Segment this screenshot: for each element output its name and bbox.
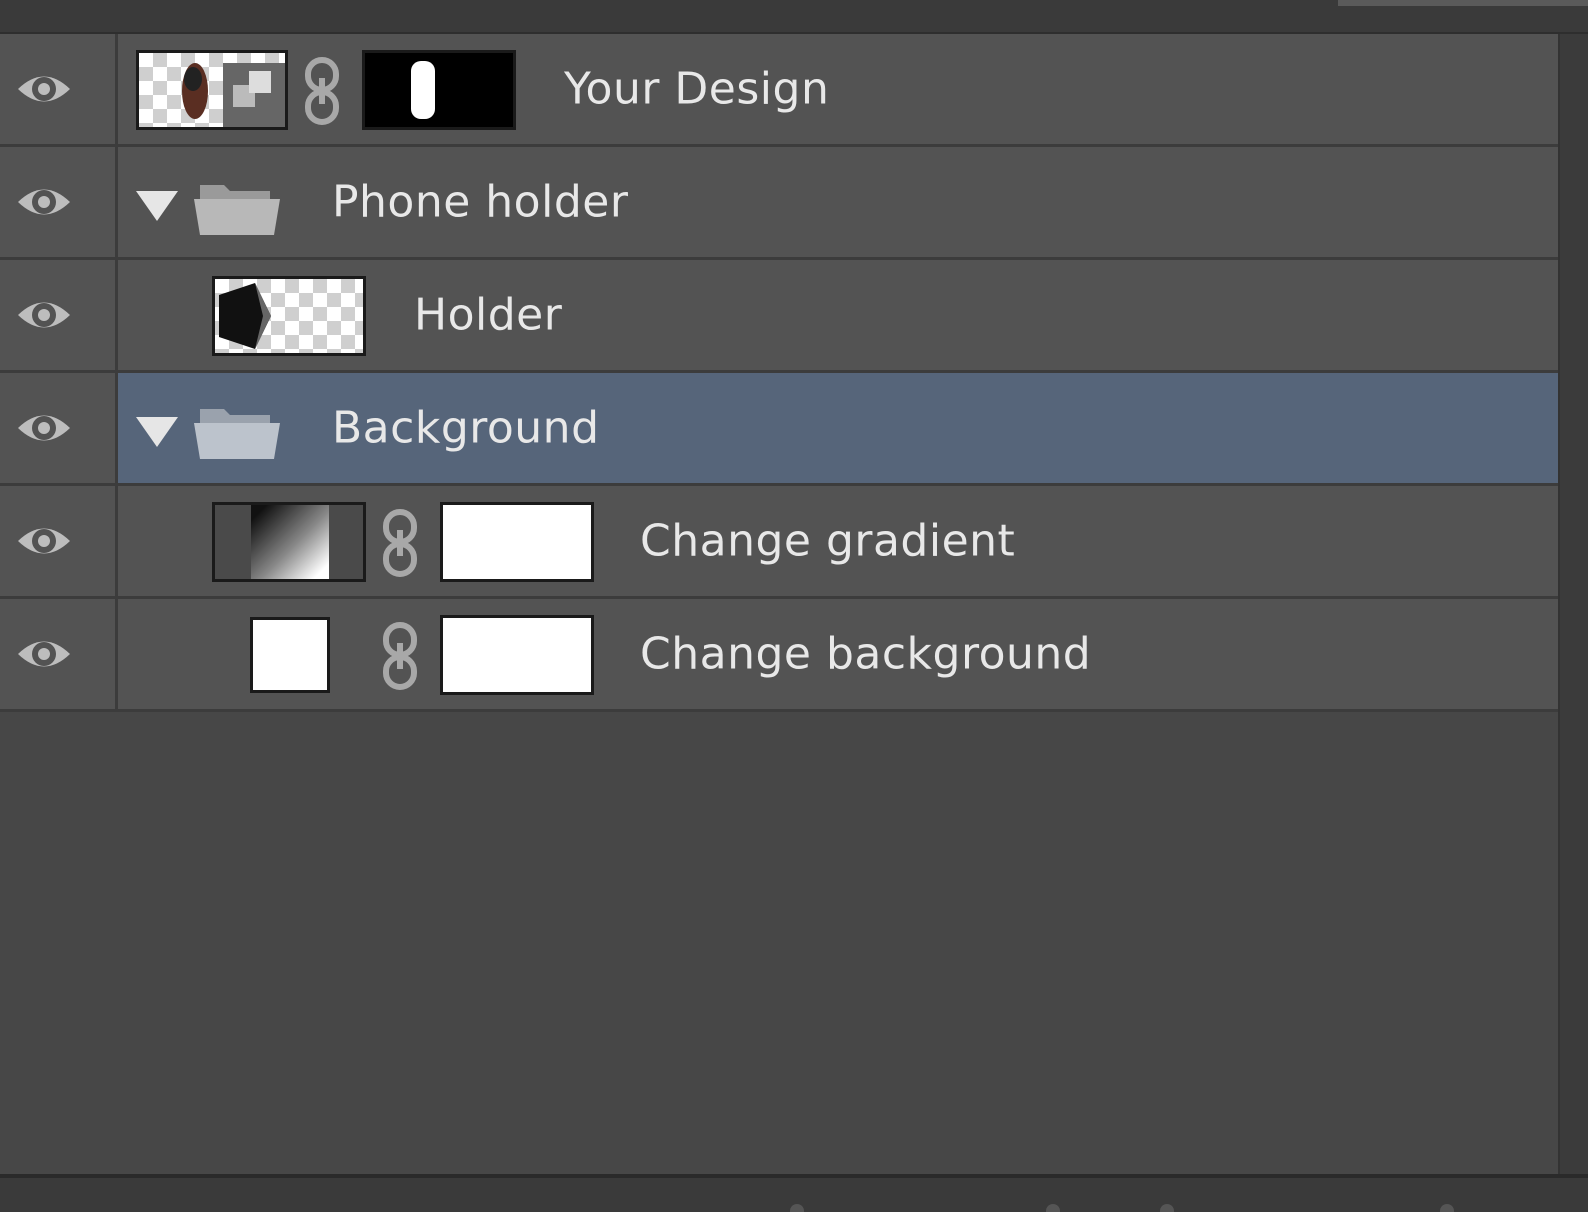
chain-link-icon[interactable] (380, 621, 420, 691)
layer-name: Change background (640, 628, 1092, 680)
panel-top-strip (0, 0, 1588, 34)
visibility-cell[interactable] (0, 373, 118, 483)
folder-icon (194, 409, 280, 459)
folder-icon (194, 185, 280, 235)
layer-name: Background (332, 402, 600, 454)
layer-name: Holder (414, 289, 563, 341)
eye-icon[interactable] (14, 294, 74, 336)
visibility-cell[interactable] (0, 486, 118, 596)
layer-name: Change gradient (640, 515, 1016, 567)
eye-icon[interactable] (14, 181, 74, 223)
layer-row-phone-holder[interactable]: Phone holder (0, 147, 1560, 260)
layer-row-your-design[interactable]: Your Design (0, 34, 1560, 147)
footer-button-hint[interactable] (1046, 1204, 1060, 1212)
layer-mask-thumbnail[interactable] (440, 502, 594, 582)
layer-name: Phone holder (332, 176, 629, 228)
layer-row-change-background[interactable]: Change background (0, 599, 1560, 712)
eye-icon[interactable] (14, 633, 74, 675)
layer-name: Your Design (564, 63, 830, 115)
smart-object-thumbnail-icon (182, 63, 285, 127)
disclosure-triangle-icon[interactable] (134, 415, 180, 449)
visibility-cell[interactable] (0, 260, 118, 370)
footer-button-hint[interactable] (1160, 1204, 1174, 1212)
visibility-cell[interactable] (0, 147, 118, 257)
eye-icon[interactable] (14, 68, 74, 110)
panel-footer (0, 1174, 1588, 1212)
gradient-adjustment-thumbnail[interactable] (212, 502, 366, 582)
footer-button-hint[interactable] (790, 1204, 804, 1212)
layer-thumbnail[interactable] (212, 276, 366, 356)
layer-row-change-gradient[interactable]: Change gradient (0, 486, 1560, 599)
layer-mask-thumbnail[interactable] (362, 50, 516, 130)
chain-link-icon[interactable] (380, 508, 420, 578)
footer-button-hint[interactable] (1440, 1204, 1454, 1212)
visibility-cell[interactable] (0, 34, 118, 144)
chain-link-icon[interactable] (302, 56, 342, 126)
visibility-cell[interactable] (0, 599, 118, 709)
panel-tab-edge (1338, 0, 1588, 6)
layer-mask-thumbnail[interactable] (440, 615, 594, 695)
layer-row-holder[interactable]: Holder (0, 260, 1560, 373)
layer-row-background[interactable]: Background (0, 373, 1560, 486)
eye-icon[interactable] (14, 520, 74, 562)
layers-panel: Your Design Phone holder Holder Backgrou… (0, 34, 1560, 1174)
layer-thumbnail[interactable] (136, 50, 288, 130)
eye-icon[interactable] (14, 407, 74, 449)
panel-scroll-gutter[interactable] (1558, 34, 1588, 1174)
disclosure-triangle-icon[interactable] (134, 189, 180, 223)
holder-thumbnail-icon (219, 283, 271, 349)
fill-color-thumbnail[interactable] (250, 617, 330, 693)
